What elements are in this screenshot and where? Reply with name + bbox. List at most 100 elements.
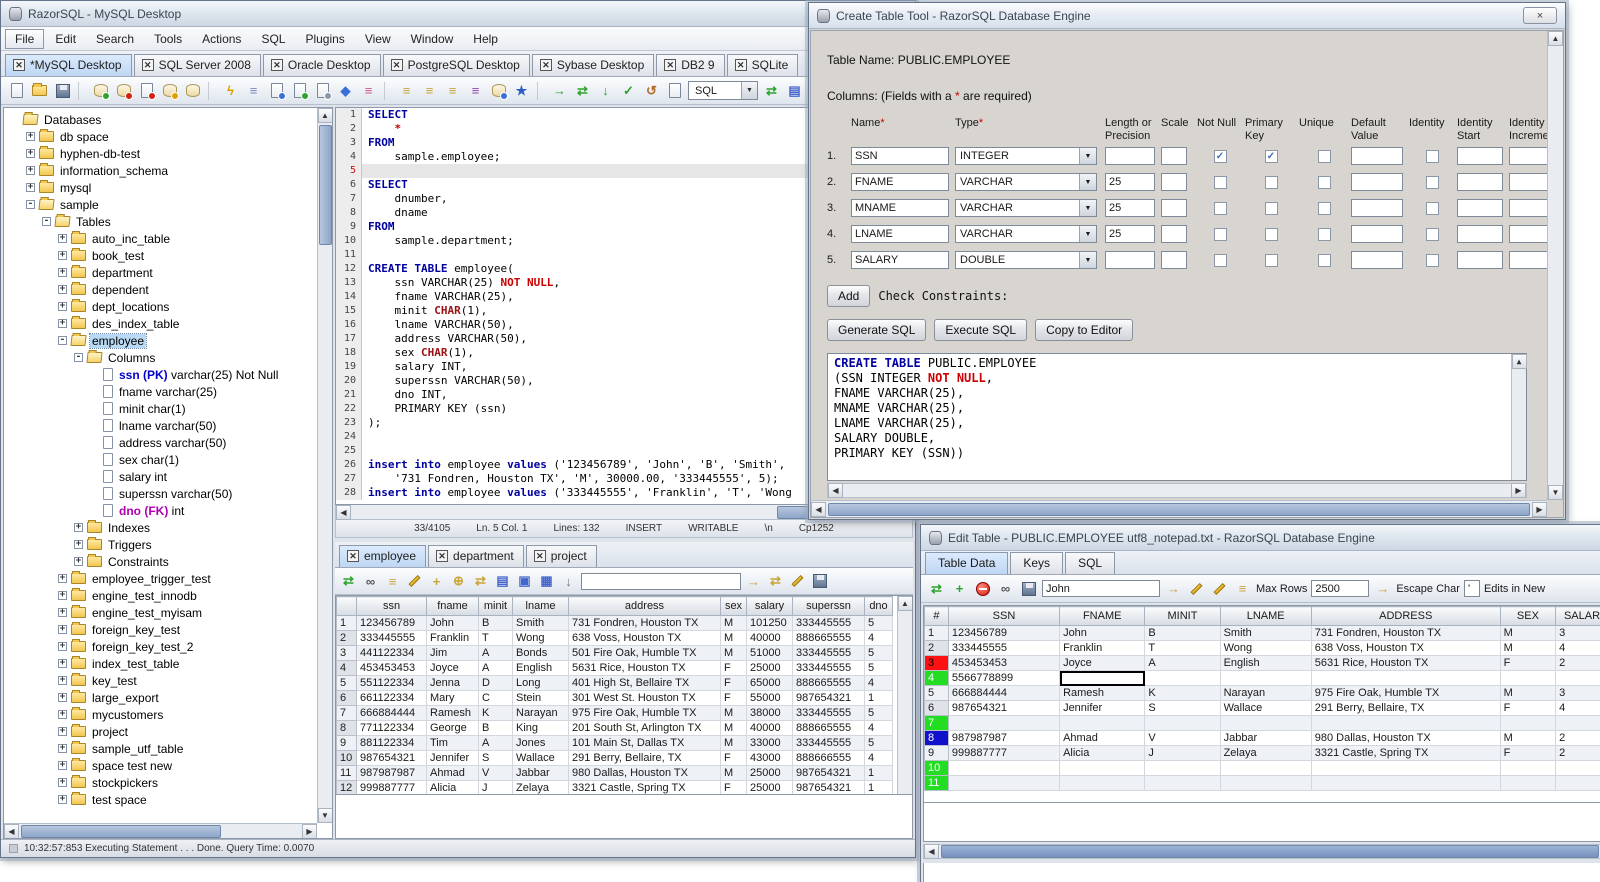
- table-cell[interactable]: [1219, 775, 1312, 791]
- tree-item-superssn-varchar-50-[interactable]: superssn varchar(50): [6, 485, 317, 502]
- table-cell[interactable]: J: [1144, 745, 1221, 761]
- search-doc-icon[interactable]: [267, 81, 286, 100]
- max-rows-go-icon[interactable]: →: [1373, 579, 1392, 598]
- table-cell[interactable]: V: [1144, 730, 1221, 746]
- table-cell[interactable]: 987654321: [792, 690, 865, 706]
- tree-item-lname-varchar-50-[interactable]: lname varchar(50): [6, 417, 317, 434]
- db-refresh-icon[interactable]: ⇄: [766, 572, 785, 591]
- table-cell[interactable]: 25000: [746, 660, 793, 676]
- tree-item-foreign_key_test_2[interactable]: + foreign_key_test_2: [6, 638, 317, 655]
- identity-checkbox[interactable]: [1425, 149, 1439, 163]
- tree-item-constraints[interactable]: + Constraints: [6, 553, 317, 570]
- tree-item-large_export[interactable]: + large_export: [6, 689, 317, 706]
- table-cell[interactable]: M: [720, 720, 747, 736]
- results-column-header[interactable]: minit: [478, 596, 513, 616]
- table-cell[interactable]: Smith: [512, 615, 569, 631]
- table-cell[interactable]: Smith: [1219, 625, 1312, 641]
- table-cell[interactable]: 333445555: [792, 645, 865, 661]
- table-cell[interactable]: King: [512, 720, 569, 736]
- chevron-down-icon[interactable]: ▼: [1079, 174, 1096, 190]
- results-column-header[interactable]: [336, 596, 357, 616]
- row-number[interactable]: 2: [924, 640, 949, 656]
- table-cell[interactable]: Wong: [512, 630, 569, 646]
- tree-item-des_index_table[interactable]: + des_index_table: [6, 315, 317, 332]
- sql-horizontal-scrollbar[interactable]: ◀ ▶: [827, 483, 1527, 498]
- primary-key-checkbox[interactable]: [1264, 253, 1278, 267]
- scale-input[interactable]: [1161, 199, 1187, 217]
- table-cell[interactable]: 38000: [746, 705, 793, 721]
- table-cell[interactable]: Ahmad: [1059, 730, 1146, 746]
- expand-icon[interactable]: +: [58, 268, 67, 277]
- table-cell[interactable]: K: [1144, 685, 1221, 701]
- table-cell[interactable]: Joyce: [1059, 655, 1146, 671]
- results-column-header[interactable]: sex: [720, 596, 747, 616]
- table-cell[interactable]: [1499, 760, 1557, 776]
- results-column-header[interactable]: salary: [746, 596, 793, 616]
- edit-hscroll-thumb[interactable]: [941, 845, 1599, 858]
- default-value-input[interactable]: [1351, 173, 1403, 191]
- identity-start-input[interactable]: [1457, 251, 1503, 269]
- collapse-icon[interactable]: -: [74, 353, 83, 362]
- tree-item-employee_trigger_test[interactable]: + employee_trigger_test: [6, 570, 317, 587]
- insert-row-icon[interactable]: +: [427, 572, 446, 591]
- results-search-input[interactable]: [581, 572, 741, 590]
- expand-icon[interactable]: +: [58, 795, 67, 804]
- results-column-header[interactable]: dno: [864, 596, 893, 616]
- table-cell[interactable]: 771122334: [356, 720, 427, 736]
- close-tab-icon[interactable]: ✕: [270, 59, 283, 71]
- edit-cell-icon[interactable]: [1210, 579, 1229, 598]
- chevron-down-icon[interactable]: ▼: [1079, 252, 1096, 268]
- length-precision-input[interactable]: 25: [1105, 199, 1155, 217]
- tree-item-project[interactable]: + project: [6, 723, 317, 740]
- column-name-input[interactable]: SALARY: [851, 251, 949, 269]
- results-vertical-scrollbar[interactable]: ▲: [897, 596, 912, 794]
- close-tab-icon[interactable]: ✕: [436, 550, 449, 562]
- db-tools-icon[interactable]: [489, 81, 508, 100]
- tree-item-triggers[interactable]: + Triggers: [6, 536, 317, 553]
- expand-icon[interactable]: +: [58, 761, 67, 770]
- table-cell[interactable]: Alicia: [1059, 745, 1146, 761]
- tree-item-dept_locations[interactable]: + dept_locations: [6, 298, 317, 315]
- generate-sql-button[interactable]: Generate SQL: [827, 319, 927, 341]
- not-null-checkbox[interactable]: [1213, 201, 1227, 215]
- table-cell[interactable]: F: [720, 780, 747, 794]
- not-null-checkbox[interactable]: ✓: [1213, 149, 1227, 163]
- escape-char-input[interactable]: ': [1463, 580, 1480, 597]
- main-window-titlebar[interactable]: RazorSQL - MySQL Desktop: [1, 1, 915, 27]
- table-cell[interactable]: [1059, 775, 1146, 791]
- table-cell[interactable]: [1219, 760, 1312, 776]
- expand-icon[interactable]: +: [26, 166, 35, 175]
- expand-icon[interactable]: +: [26, 183, 35, 192]
- unique-checkbox[interactable]: [1317, 201, 1331, 215]
- expand-icon[interactable]: +: [58, 319, 67, 328]
- table-cell[interactable]: F: [1499, 745, 1557, 761]
- table-cell[interactable]: 101 Main St, Dallas TX: [568, 735, 721, 751]
- row-number[interactable]: 9: [336, 735, 357, 751]
- tree-item-tables[interactable]: - Tables: [6, 213, 317, 230]
- menu-item-sql[interactable]: SQL: [252, 30, 294, 48]
- table-cell[interactable]: 4: [1555, 700, 1600, 716]
- unique-checkbox[interactable]: [1317, 253, 1331, 267]
- table-cell[interactable]: 888665555: [792, 630, 865, 646]
- table-cell[interactable]: 3: [1555, 685, 1600, 701]
- table-cell[interactable]: 4: [864, 720, 893, 736]
- row-search-input[interactable]: John: [1042, 580, 1160, 597]
- table-cell[interactable]: 291 Berry, Bellaire, TX: [1310, 700, 1501, 716]
- row-number[interactable]: 7: [924, 715, 949, 731]
- length-precision-input[interactable]: [1105, 147, 1155, 165]
- table-cell[interactable]: 123456789: [356, 615, 427, 631]
- chevron-down-icon[interactable]: ▼: [1079, 200, 1096, 216]
- table-cell[interactable]: 333445555: [792, 660, 865, 676]
- tree-item-minit-char-1-[interactable]: minit char(1): [6, 400, 317, 417]
- table-cell[interactable]: 987654321: [947, 700, 1061, 716]
- table-cell[interactable]: [1144, 715, 1221, 731]
- scale-input[interactable]: [1161, 225, 1187, 243]
- edit-table-icon[interactable]: ≡: [420, 81, 439, 100]
- table-cell[interactable]: 333445555: [792, 615, 865, 631]
- default-value-input[interactable]: [1351, 199, 1403, 217]
- table-cell[interactable]: 40000: [746, 630, 793, 646]
- table-cell[interactable]: Stein: [512, 690, 569, 706]
- identity-checkbox[interactable]: [1425, 227, 1439, 241]
- tree-item-employee[interactable]: - employee: [6, 332, 317, 349]
- not-null-checkbox[interactable]: [1213, 253, 1227, 267]
